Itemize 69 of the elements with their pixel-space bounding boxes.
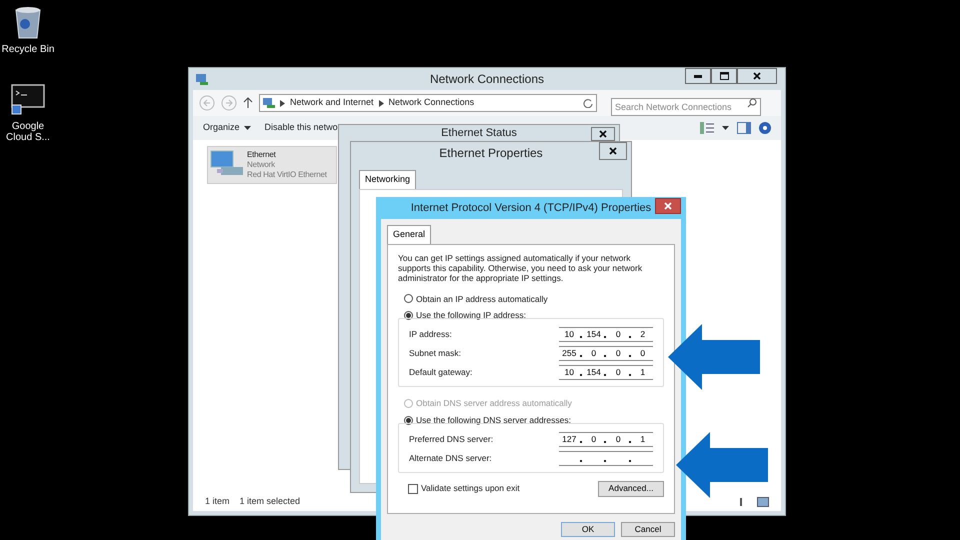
field-label: Alternate DNS server: — [409, 452, 492, 464]
close-button[interactable] — [591, 127, 615, 141]
advanced-button[interactable]: Advanced... — [598, 480, 664, 496]
tab[interactable]: Networking — [359, 170, 416, 188]
dialog-button[interactable]: OK — [561, 522, 615, 536]
chevron-right-icon — [378, 100, 384, 106]
close-button[interactable] — [737, 68, 777, 84]
tab[interactable]: General — [387, 225, 432, 244]
breadcrumb-item[interactable]: Network Connections — [388, 96, 474, 110]
left-arrow-icon — [676, 432, 768, 498]
caret-icon[interactable] — [722, 126, 729, 130]
item-name: Ethernet — [247, 150, 277, 160]
toolbar-button[interactable]: Disable this netwo — [264, 121, 338, 135]
search-field[interactable]: Search Network Connections — [611, 98, 761, 116]
radio-button[interactable] — [404, 294, 413, 304]
intro-text: You can get IP settings assigned automatically if your network supports this capability. Otherwise, you need to ask your network administrator for the appropriate IP settings. — [398, 252, 644, 282]
recycle-bin-icon[interactable] — [13, 6, 43, 40]
status-text: 1 item — [205, 495, 230, 508]
window-title: Network Connections — [430, 71, 544, 88]
window-title: Internet Protocol Version 4 (TCP/IPv4) Properties — [410, 200, 652, 216]
item-device: Red Hat VirtIO Ethernet — [247, 170, 327, 180]
dialog-button[interactable]: Cancel — [621, 522, 675, 536]
field-label: Subnet mask: — [409, 347, 461, 360]
checkbox[interactable] — [408, 484, 418, 494]
ip-address-field[interactable]: 10 154 0 2 — [559, 327, 653, 342]
preview-pane-icon[interactable] — [737, 122, 751, 134]
field-label: Preferred DNS server: — [409, 432, 494, 446]
maximize-icon — [720, 72, 728, 80]
radio-label: Obtain an IP address automatically — [416, 292, 548, 306]
refresh-icon[interactable] — [583, 98, 593, 108]
window-title: Ethernet Properties — [439, 145, 543, 162]
search-icon — [747, 98, 757, 108]
network-icon — [195, 72, 209, 86]
close-icon — [609, 147, 617, 155]
radio-label: Use the following DNS server addresses: — [416, 414, 571, 426]
maximize-button[interactable] — [711, 68, 737, 84]
ip-address-field[interactable]: 10 154 0 1 — [559, 365, 653, 380]
desktop-icon-label: Recycle Bin — [0, 44, 56, 55]
close-button[interactable] — [599, 142, 627, 160]
close-icon — [599, 130, 607, 138]
help-icon[interactable] — [759, 122, 771, 134]
close-icon — [664, 202, 672, 210]
left-arrow-icon — [668, 324, 760, 390]
item-status: Network — [247, 160, 276, 170]
network-icon — [263, 97, 275, 109]
minimize-icon — [694, 74, 702, 78]
tiles-view-icon[interactable] — [757, 497, 769, 507]
radio-label: Obtain DNS server address automatically — [416, 397, 572, 410]
checkbox-label: Validate settings upon exit — [421, 482, 520, 495]
address-bar[interactable]: Network and Internet Network Connections — [259, 94, 597, 112]
up-arrow-icon[interactable] — [243, 97, 253, 109]
connection-item[interactable]: Ethernet Network Red Hat VirtIO Ethernet — [207, 146, 337, 184]
toolbar-button[interactable]: Organize — [203, 121, 251, 135]
chevron-right-icon — [280, 100, 285, 106]
field-label: IP address: — [409, 328, 452, 341]
field-label: Default gateway: — [409, 366, 472, 379]
caret-icon — [244, 126, 251, 130]
desktop-icon-label: Google Cloud S... — [5, 121, 51, 143]
console-icon[interactable] — [11, 83, 45, 117]
window-title: Ethernet Status — [441, 126, 517, 141]
ip-address-field[interactable]: 127 0 0 1 — [559, 432, 653, 446]
view-options-icon[interactable] — [700, 122, 714, 134]
close-button[interactable] — [655, 198, 681, 214]
close-icon — [753, 72, 761, 80]
minimize-button[interactable] — [685, 68, 711, 84]
breadcrumb-item[interactable]: Network and Internet — [290, 96, 374, 110]
radio-label: Use the following IP address: — [416, 309, 526, 322]
ip-address-field[interactable]: 255 0 0 0 — [559, 346, 653, 361]
status-text: 1 item selected — [240, 495, 300, 508]
